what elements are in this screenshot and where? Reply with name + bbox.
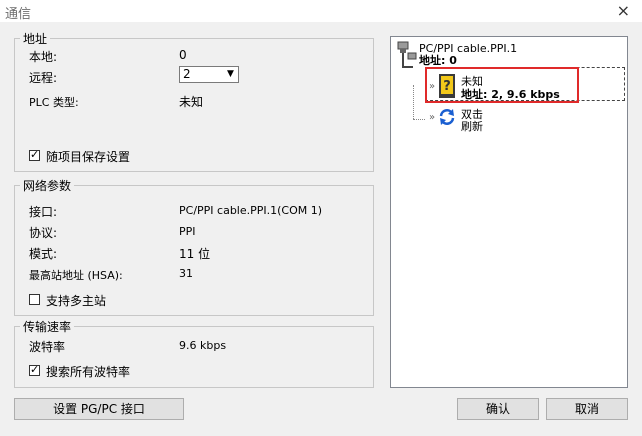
protocol-value: PPI: [179, 225, 196, 238]
svg-text:?: ?: [443, 79, 451, 94]
remote-address-select[interactable]: 2 ▼: [179, 66, 239, 83]
cancel-button[interactable]: 取消: [546, 398, 628, 420]
window-title: 通信: [5, 7, 32, 22]
setup-pgpc-button[interactable]: 设置 PG/PC 接口: [14, 398, 184, 420]
cable-address: 地址: 0: [419, 54, 457, 67]
hsa-label: 最高站地址 (HSA):: [29, 269, 123, 282]
local-label: 本地:: [29, 50, 58, 64]
address-group-legend: 地址: [23, 32, 48, 46]
arrow-right-icon: »: [429, 112, 436, 123]
multi-master-label[interactable]: 支持多主站: [46, 292, 106, 309]
refresh-line2[interactable]: 刷新: [461, 121, 483, 133]
baud-label: 波特率: [29, 340, 66, 354]
checkmark-icon: ✓: [30, 148, 40, 161]
refresh-icon[interactable]: [438, 107, 456, 127]
remote-address-value: 2: [183, 67, 191, 81]
device-address: 地址: 2, 9.6 kbps: [461, 88, 560, 101]
arrow-right-icon: »: [429, 81, 436, 92]
protocol-label: 协议:: [29, 226, 58, 240]
save-with-project-label[interactable]: 随项目保存设置: [46, 148, 130, 165]
baud-value: 9.6 kbps: [179, 339, 227, 352]
plc-type-value: 未知: [179, 95, 204, 109]
remote-label: 远程:: [29, 71, 58, 85]
network-tree[interactable]: PC/PPI cable.PPI.1 地址: 0 » ? 未知 地址: 2, 9…: [390, 36, 628, 388]
search-all-baud-label[interactable]: 搜索所有波特率: [46, 363, 130, 380]
cable-icon: [397, 41, 417, 68]
checkmark-icon: ✓: [30, 363, 40, 376]
multi-master-checkbox[interactable]: [29, 294, 40, 305]
tree-connector: [413, 85, 415, 119]
mode-value: 11 位: [179, 247, 211, 261]
close-icon[interactable]: ×: [617, 1, 630, 20]
title-bar: 通信 ×: [0, 0, 642, 22]
interface-value: PC/PPI cable.PPI.1(COM 1): [179, 204, 323, 217]
save-with-project-checkbox[interactable]: ✓: [29, 148, 40, 161]
chevron-down-icon[interactable]: ▼: [222, 67, 238, 82]
unknown-device-icon: ?: [439, 74, 455, 98]
ok-button[interactable]: 确认: [457, 398, 539, 420]
local-value: 0: [179, 48, 187, 62]
hsa-value: 31: [179, 267, 193, 280]
tree-connector: [413, 119, 425, 121]
search-all-baud-checkbox[interactable]: ✓: [29, 363, 40, 376]
plc-type-label: PLC 类型:: [29, 96, 79, 109]
mode-label: 模式:: [29, 247, 58, 261]
device-name[interactable]: 未知: [461, 76, 483, 88]
baud-group-legend: 传输速率: [23, 320, 72, 334]
network-group-legend: 网络参数: [23, 179, 72, 193]
interface-label: 接口:: [29, 205, 58, 219]
